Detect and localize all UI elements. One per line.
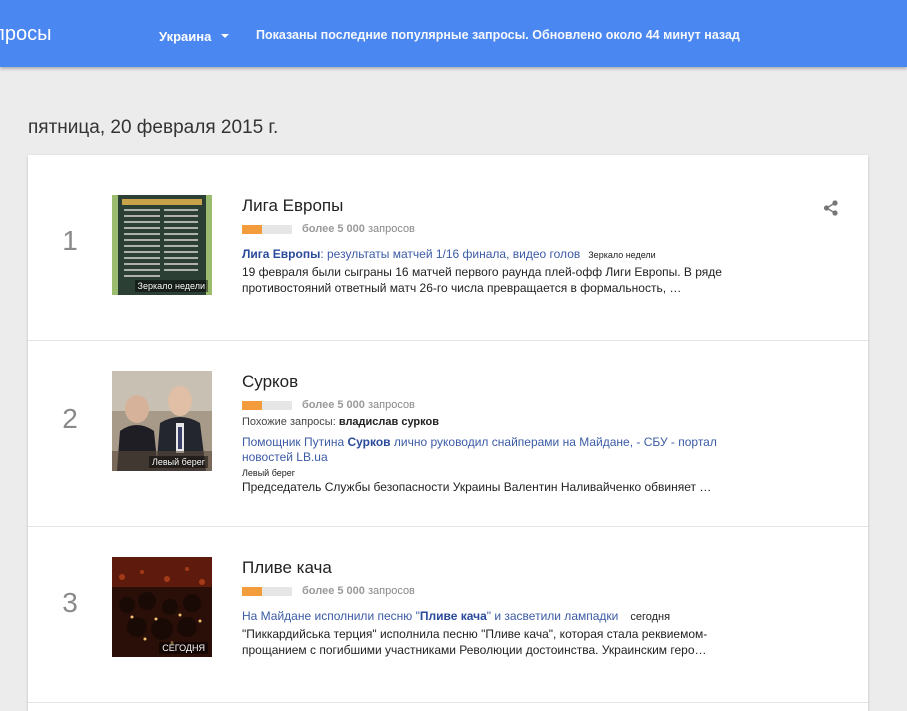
- item-content: Сурков более 5 000 запросов Похожие запр…: [242, 372, 762, 495]
- rank-number: 2: [62, 403, 78, 434]
- article: На Майдане исполнили песню "Пливе кача" …: [242, 609, 762, 625]
- volume-suffix: запросов: [364, 399, 415, 411]
- rank-number: 3: [62, 587, 78, 618]
- article: Лига Европы: результаты матчей 1/16 фина…: [242, 247, 762, 263]
- volume-text: более 5 000 запросов: [302, 585, 415, 597]
- volume-row: более 5 000 запросов: [242, 398, 762, 412]
- volume-suffix: запросов: [364, 223, 415, 235]
- chevron-down-icon: [221, 34, 230, 38]
- thumbnail-image[interactable]: Зеркало недели: [112, 195, 212, 295]
- article-source: сегодня: [630, 611, 671, 623]
- status-text: Показаны последние популярные запросы. О…: [256, 28, 740, 42]
- article-snippet: Председатель Службы безопасности Украины…: [242, 480, 712, 494]
- related-queries: Похожие запросы: владислав сурков: [242, 416, 762, 428]
- rank-number: 1: [62, 225, 78, 256]
- article-link[interactable]: Лига Европы: результаты матчей 1/16 фина…: [242, 247, 580, 261]
- volume-row: более 5 000 запросов: [242, 584, 762, 598]
- article-link-text: : результаты матчей 1/16 финала, видео г…: [320, 247, 581, 261]
- related-query[interactable]: владислав сурков: [339, 416, 439, 428]
- thumbnail-source: Левый берег: [148, 456, 208, 468]
- item-title[interactable]: Пливе кача: [242, 558, 762, 578]
- article-link-text: " и засветили лампадки: [486, 609, 619, 623]
- volume-bar: [242, 224, 292, 234]
- volume-count: более 5 000: [302, 585, 365, 597]
- article-snippet: "Пиккардийська терция" исполнила песню "…: [242, 627, 708, 657]
- volume-suffix: запросов: [364, 585, 415, 597]
- article-source: Левый берег: [242, 468, 296, 478]
- article-snippet: 19 февраля были сыграны 16 матчей первог…: [242, 265, 722, 295]
- region-label: Украина: [159, 28, 212, 44]
- volume-bar: [242, 400, 292, 410]
- article: Помощник Путина Сурков лично руководил с…: [242, 435, 762, 465]
- app-title: просы: [0, 23, 52, 45]
- article-link[interactable]: На Майдане исполнили песню "Пливе кача" …: [242, 609, 618, 623]
- thumbnail-image[interactable]: Левый берег: [112, 371, 212, 471]
- item-content: Лига Европы более 5 000 запросов Лига Ев…: [242, 196, 762, 296]
- trend-item[interactable]: 3 СЕГОДНЯ Пливе кача более 5 000 запросо…: [28, 527, 868, 703]
- trends-card: 1 Зеркало недели Лига Европы более 5 000…: [28, 155, 868, 711]
- article-link-bold: Лига Европы: [242, 247, 321, 261]
- date-heading: пятница, 20 февраля 2015 г.: [28, 117, 279, 138]
- thumbnail-image[interactable]: СЕГОДНЯ: [112, 557, 212, 657]
- item-content: Пливе кача более 5 000 запросов На Майда…: [242, 558, 762, 658]
- share-icon[interactable]: [822, 199, 840, 217]
- volume-text: более 5 000 запросов: [302, 399, 415, 411]
- volume-bar-fill: [242, 224, 262, 234]
- item-title[interactable]: Сурков: [242, 372, 762, 392]
- volume-text: более 5 000 запросов: [302, 223, 415, 235]
- volume-count: более 5 000: [302, 399, 365, 411]
- volume-count: более 5 000: [302, 223, 365, 235]
- article-link-bold: Пливе кача: [419, 609, 487, 623]
- volume-bar-fill: [242, 400, 262, 410]
- thumbnail-source: Зеркало недели: [134, 280, 208, 292]
- volume-bar: [242, 586, 292, 596]
- trend-item-partial: [28, 703, 868, 711]
- volume-bar-fill: [242, 586, 262, 596]
- article-link[interactable]: Помощник Путина Сурков лично руководил с…: [242, 435, 717, 464]
- volume-row: более 5 000 запросов: [242, 222, 762, 236]
- article-link-pre: На Майдане исполнили песню ": [242, 609, 420, 623]
- trend-item[interactable]: 1 Зеркало недели Лига Европы более 5 000…: [28, 155, 868, 341]
- trend-item[interactable]: 2 Левый берег Сурков более 5 000 запросо…: [28, 341, 868, 527]
- thumbnail-source: СЕГОДНЯ: [159, 642, 208, 654]
- related-label: Похожие запросы:: [242, 416, 339, 428]
- region-selector[interactable]: Украина: [159, 27, 230, 45]
- top-bar: просы Украина Показаны последние популяр…: [0, 0, 907, 67]
- article-link-pre: Помощник Путина: [242, 435, 348, 449]
- item-title[interactable]: Лига Европы: [242, 196, 762, 216]
- article-link-bold: Сурков: [347, 435, 391, 449]
- article-source: Зеркало недели: [588, 250, 656, 260]
